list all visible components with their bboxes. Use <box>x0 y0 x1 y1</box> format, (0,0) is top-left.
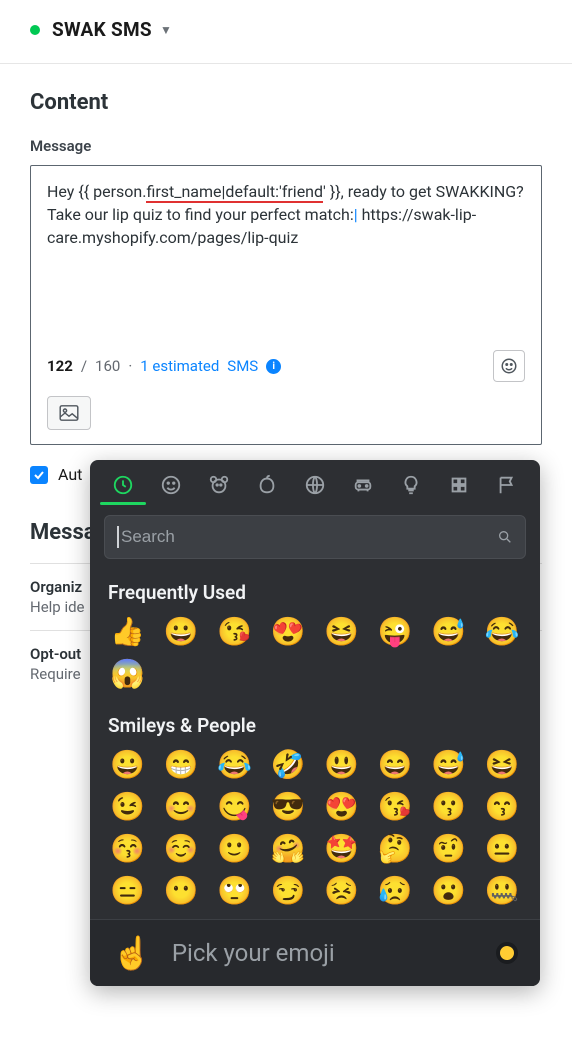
add-media-button[interactable] <box>47 396 91 430</box>
emoji-item[interactable]: 😆 <box>483 751 523 779</box>
emoji-item[interactable]: 👍 <box>108 618 148 646</box>
auto-label: Aut <box>58 465 82 484</box>
status-indicator <box>30 25 40 35</box>
emoji-item[interactable]: 🤗 <box>269 835 309 863</box>
info-icon[interactable]: i <box>266 359 281 374</box>
emoji-item[interactable]: 😉 <box>108 793 148 821</box>
emoji-item[interactable]: 😅 <box>429 751 469 779</box>
spellcheck-underline: first_name|default:'friend <box>146 182 323 203</box>
text-caret: | <box>354 205 358 224</box>
travel-tab-icon[interactable] <box>352 474 374 496</box>
emoji-item[interactable]: 😂 <box>483 618 523 646</box>
emoji-item[interactable]: 😙 <box>483 793 523 821</box>
emoji-item[interactable]: 😆 <box>322 618 362 646</box>
emoji-category-tabs <box>90 460 540 502</box>
auto-checkbox[interactable] <box>30 466 48 484</box>
emoji-item[interactable]: 😑 <box>108 877 148 905</box>
emoji-item[interactable]: 😏 <box>269 877 309 905</box>
emoji-item[interactable]: 😍 <box>322 793 362 821</box>
emoji-item[interactable]: 🤩 <box>322 835 362 863</box>
frequently-used-heading: Frequently Used <box>90 569 540 612</box>
campaign-title[interactable]: SWAK SMS <box>52 18 152 41</box>
message-label: Message <box>30 137 542 155</box>
recent-tab-icon[interactable] <box>112 474 134 496</box>
message-text[interactable]: Hey {{ person.first_name|default:'friend… <box>47 180 525 250</box>
emoji-item[interactable]: ☺️ <box>162 835 202 863</box>
search-icon <box>497 529 513 545</box>
emoji-item[interactable]: 🤐 <box>483 877 523 905</box>
estimated-link[interactable]: 1 estimated <box>140 357 219 375</box>
emoji-item[interactable]: 😐 <box>483 835 523 863</box>
emoji-item[interactable]: 😮 <box>429 877 469 905</box>
food-tab-icon[interactable] <box>256 474 278 496</box>
footer-hint: Pick your emoji <box>172 939 476 967</box>
emoji-item[interactable]: 😣 <box>322 877 362 905</box>
message-editor[interactable]: Hey {{ person.first_name|default:'friend… <box>30 165 542 445</box>
message-settings-heading: Messa <box>30 520 96 545</box>
emoji-item[interactable]: 😂 <box>215 751 255 779</box>
emoji-item[interactable]: 😘 <box>215 618 255 646</box>
emoji-item[interactable]: 😘 <box>376 793 416 821</box>
emoji-item[interactable]: 😅 <box>429 618 469 646</box>
emoji-picker-button[interactable] <box>493 350 525 382</box>
smileys-grid: 😀 😁 😂 🤣 😃 😄 😅 😆 😉 😊 😋 😎 😍 😘 😗 😙 😚 ☺️ 🙂 🤗 🤩 🤔 🤨 😐 😑 😶 🙄 😏 😣 😥 😮 🤐 <box>90 745 540 919</box>
objects-tab-icon[interactable] <box>400 474 422 496</box>
smileys-tab-icon[interactable] <box>160 474 182 496</box>
emoji-picker: Frequently Used 👍 😀 😘 😍 😆 😜 😅 😂 😱 Smileys & Peop… <box>90 460 540 986</box>
emoji-item[interactable]: 😚 <box>108 835 148 863</box>
emoji-item[interactable]: 😥 <box>376 877 416 905</box>
emoji-item[interactable]: 😊 <box>162 793 202 821</box>
emoji-search-input[interactable] <box>104 515 526 559</box>
emoji-item[interactable]: 😍 <box>269 618 309 646</box>
preview-emoji: ☝️ <box>112 934 152 972</box>
emoji-picker-footer: ☝️ Pick your emoji <box>90 919 540 986</box>
emoji-item[interactable]: 🤨 <box>429 835 469 863</box>
chevron-down-icon[interactable]: ▼ <box>160 23 172 37</box>
emoji-item[interactable]: 🤣 <box>269 751 309 779</box>
frequently-used-grid: 👍 😀 😘 😍 😆 😜 😅 😂 😱 <box>90 612 540 702</box>
animals-tab-icon[interactable] <box>208 474 230 496</box>
emoji-item[interactable]: 😀 <box>162 618 202 646</box>
emoji-item[interactable]: 😃 <box>322 751 362 779</box>
emoji-item[interactable]: 🤔 <box>376 835 416 863</box>
search-cursor <box>117 526 119 548</box>
smileys-heading: Smileys & People <box>90 702 540 745</box>
content-heading: Content <box>30 90 542 115</box>
activity-tab-icon[interactable] <box>304 474 326 496</box>
flags-tab-icon[interactable] <box>496 474 518 496</box>
emoji-item[interactable]: 🙄 <box>215 877 255 905</box>
emoji-item[interactable]: 😱 <box>108 660 148 688</box>
emoji-item[interactable]: 🙂 <box>215 835 255 863</box>
emoji-item[interactable]: 😶 <box>162 877 202 905</box>
emoji-item[interactable]: 😀 <box>108 751 148 779</box>
emoji-item[interactable]: 😁 <box>162 751 202 779</box>
emoji-item[interactable]: 😎 <box>269 793 309 821</box>
emoji-item[interactable]: 😜 <box>376 618 416 646</box>
emoji-item[interactable]: 😄 <box>376 751 416 779</box>
symbols-tab-icon[interactable] <box>448 474 470 496</box>
emoji-item[interactable]: 😋 <box>215 793 255 821</box>
emoji-item[interactable]: 😗 <box>429 793 469 821</box>
skin-tone-selector[interactable] <box>496 942 518 964</box>
character-counter: 122 / 160 · 1 estimated SMS i <box>47 350 525 382</box>
